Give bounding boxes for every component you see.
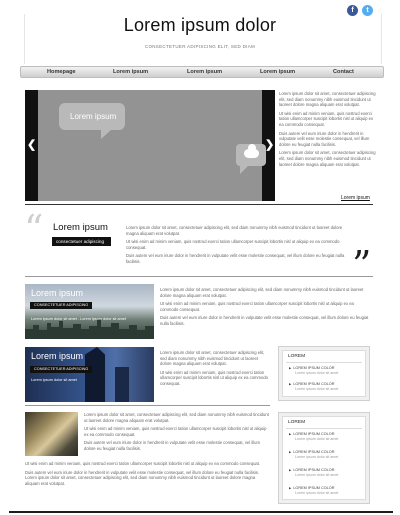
widget-title: LOREM: [288, 420, 306, 425]
testimonial-badge: consectetuer adipiscing: [52, 237, 111, 246]
slider-paragraph: Duis autem vel eum iriure dolor in hendr…: [279, 130, 370, 147]
feature-paragraph: Ut wisi enim ad minim veniam, quis nostr…: [160, 301, 354, 312]
slide-image: Lorem ipsum: [38, 90, 266, 201]
widget-item-title[interactable]: LOREM IPSUM COLOR: [289, 432, 365, 436]
widget-list-item[interactable]: LOREM IPSUM COLOR Lorem ipsum dolor sit …: [289, 468, 365, 477]
open-quote-icon: “: [24, 207, 44, 251]
widget-item-title[interactable]: LOREM IPSUM COLOR: [289, 366, 365, 370]
feature-paragraph: Lorem ipsum dolor sit amet, consectetuer…: [84, 412, 269, 423]
widget-item-title[interactable]: LOREM IPSUM COLOR: [289, 468, 365, 472]
feature3-wide-text: Ut wisi enim ad minim veniam, quis nostr…: [25, 461, 270, 489]
feature-image-street: [25, 412, 78, 456]
close-quote-icon: ”: [352, 243, 372, 287]
image-slider: Lorem ipsum ❮ ❯: [25, 90, 275, 201]
nav-homepage[interactable]: Homepage: [47, 67, 76, 77]
widget-title: LOREM: [288, 354, 306, 359]
feature3-text: Lorem ipsum dolor sit amet, consectetuer…: [84, 412, 270, 455]
feature-paragraph: Duis autem vel eum iriure dolor in hendr…: [160, 315, 369, 326]
divider: [25, 276, 373, 277]
divider: [25, 204, 373, 205]
slider-prev-arrow-icon[interactable]: ❮: [27, 138, 36, 151]
widget-list-item[interactable]: LOREM IPSUM COLOR Lorem ipsum dolor sit …: [289, 450, 365, 459]
site-title: Lorem ipsum dolor: [123, 15, 277, 35]
testimonial-paragraph: Lorem ipsum dolor sit amet, consectetuer…: [126, 225, 343, 236]
divider: [25, 405, 270, 406]
sidebar-widget: LOREM LOREM IPSUM COLOR Lorem ipsum dolo…: [278, 412, 370, 504]
nav-item-2[interactable]: Lorem ipsum: [187, 67, 222, 77]
cloud-icon: [236, 144, 266, 174]
feature-badge: CONSECTETUER ADIPISCING: [30, 302, 93, 309]
testimonial-paragraph: Duis autem vel eum iriure dolor in hendr…: [126, 253, 345, 264]
footer-bar: [9, 511, 393, 513]
feature-title: Lorem ipsum: [31, 351, 84, 361]
feature2-text: Lorem ipsum dolor sit amet, consectetuer…: [160, 350, 270, 390]
feature1-text: Lorem ipsum dolor sit amet, consectetuer…: [160, 287, 373, 330]
widget-item-subtitle: Lorem ipsum dolor sit amet: [295, 371, 339, 375]
testimonial-title: Lorem ipsum: [53, 222, 108, 233]
feature-image-buildings: Lorem ipsum CONSECTETUER ADIPISCING Lore…: [25, 347, 154, 402]
widget-item-subtitle: Lorem ipsum dolor sit amet: [295, 455, 339, 459]
feature-caption: Lorem ipsum dolor sit amet - Lorem ipsum…: [31, 317, 126, 321]
nav-item-3[interactable]: Lorem ipsum: [260, 67, 295, 77]
feature-paragraph: Ut wisi enim ad minim veniam, quis nostr…: [84, 426, 267, 437]
widget-item-title[interactable]: LOREM IPSUM COLOR: [289, 486, 365, 490]
sidebar-widget: LOREM LOREM IPSUM COLOR Lorem ipsum dolo…: [278, 346, 370, 401]
main-nav: Homepage Lorem ipsum Lorem ipsum Lorem i…: [20, 66, 384, 78]
widget-item-subtitle: Lorem ipsum dolor sit amet: [295, 437, 339, 441]
feature-paragraph: Duis autem vel eum iriure dolor in hendr…: [84, 440, 260, 451]
widget-item-subtitle: Lorem ipsum dolor sit amet: [295, 473, 339, 477]
feature-badge: CONSECTETUER ADIPISCING: [30, 366, 93, 373]
feature-caption: Lorem ipsum dolor sit amet: [31, 378, 77, 382]
testimonial-text: Lorem ipsum dolor sit amet, consectetuer…: [126, 225, 348, 268]
slider-description: Lorem ipsum dolor sit amet, consectetuer…: [279, 91, 377, 170]
widget-item-title[interactable]: LOREM IPSUM COLOR: [289, 450, 365, 454]
widget-list-item[interactable]: LOREM IPSUM COLOR Lorem ipsum dolor sit …: [289, 382, 365, 391]
feature-title: Lorem ipsum: [31, 288, 84, 298]
slider-next-arrow-icon[interactable]: ❯: [265, 138, 274, 151]
feature-paragraph: Duis autem vel eum iriure dolor in hendr…: [25, 469, 260, 486]
nav-contact[interactable]: Contact: [333, 67, 354, 77]
widget-list-item[interactable]: LOREM IPSUM COLOR Lorem ipsum dolor sit …: [289, 366, 365, 375]
read-more-link[interactable]: Lorem ipsum: [341, 195, 370, 201]
site-tagline: CONSECTETUER ADIPISCING ELIT, SED DIAM: [144, 44, 256, 49]
feature-paragraph: Ut wisi enim ad minim veniam, quis nostr…: [160, 369, 268, 386]
widget-item-subtitle: Lorem ipsum dolor sit amet: [295, 387, 339, 391]
feature-image-city: Lorem ipsum CONSECTETUER ADIPISCING Lore…: [25, 284, 154, 339]
widget-list-item[interactable]: LOREM IPSUM COLOR Lorem ipsum dolor sit …: [289, 486, 365, 495]
slider-paragraph: Lorem ipsum dolor sit amet, consectetuer…: [279, 150, 376, 167]
feature-paragraph: Lorem ipsum dolor sit amet, consectetuer…: [160, 287, 364, 298]
feature-paragraph: Ut wisi enim ad minim veniam, quis nostr…: [25, 461, 261, 466]
testimonial-paragraph: Ut wisi enim ad minim veniam, quis nostr…: [126, 239, 340, 250]
widget-item-subtitle: Lorem ipsum dolor sit amet: [295, 491, 339, 495]
widget-item-title[interactable]: LOREM IPSUM COLOR: [289, 382, 365, 386]
feature-paragraph: Lorem ipsum dolor sit amet, consectetuer…: [160, 350, 265, 367]
widget-list-item[interactable]: LOREM IPSUM COLOR Lorem ipsum dolor sit …: [289, 432, 365, 441]
nav-item-1[interactable]: Lorem ipsum: [113, 67, 148, 77]
slider-paragraph: Ut wisi enim ad minim veniam, quis nostr…: [279, 110, 374, 127]
slider-paragraph: Lorem ipsum dolor sit amet, consectetuer…: [279, 91, 376, 108]
slide-caption-bubble: Lorem ipsum: [59, 103, 125, 139]
